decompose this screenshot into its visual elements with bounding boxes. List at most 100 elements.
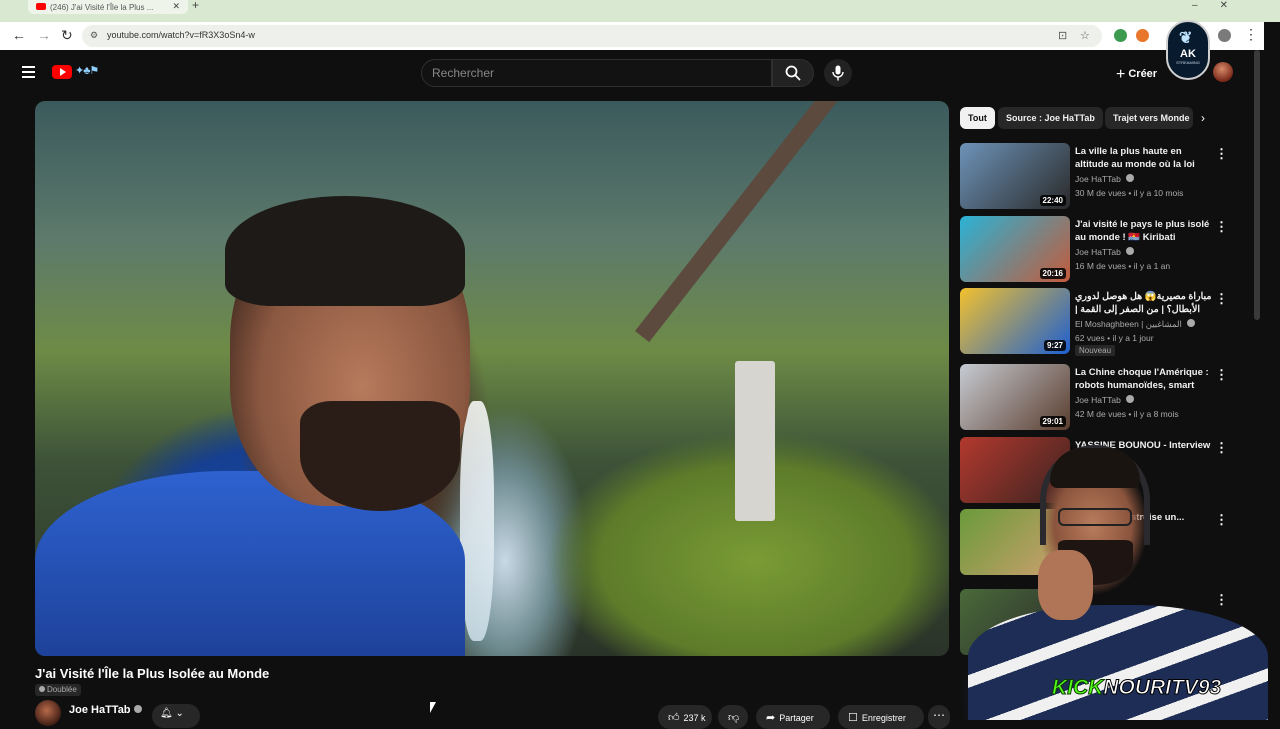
recommendation-item[interactable]: 9:27 مباراة مصيرية😱 هل هوصل لدوري الأبطال…: [960, 288, 1240, 356]
account-avatar[interactable]: [1213, 62, 1233, 82]
streamer-hair: [1050, 448, 1140, 488]
close-tab-icon[interactable]: ✕: [172, 1, 180, 12]
thumbs-up-icon: 👍︎: [668, 712, 680, 724]
ak-streaming-logo: ❦ AK STREAMING: [1166, 20, 1210, 80]
save-icon: ☐: [848, 712, 858, 724]
like-count: 237 k: [683, 713, 706, 723]
share-label: Partager: [779, 713, 814, 723]
menu-icon[interactable]: [22, 66, 35, 78]
verified-icon: [133, 705, 142, 713]
search-input[interactable]: [422, 60, 771, 86]
more-vert-icon[interactable]: ⋮: [1215, 219, 1228, 235]
forward-icon[interactable]: →: [37, 27, 51, 43]
chip-source[interactable]: Source : Joe HaTTab: [998, 107, 1103, 129]
video-thumbnail[interactable]: 9:27: [960, 288, 1070, 354]
save-label: Enregistrer: [861, 713, 906, 723]
channel-avatar[interactable]: [35, 700, 61, 726]
channel-text: Joe HaTTab: [1075, 247, 1121, 257]
more-vert-icon[interactable]: ⋮: [1215, 146, 1228, 162]
glasses: [1058, 508, 1132, 526]
youtube-doodle-icon[interactable]: ✦♣⚑: [75, 64, 99, 77]
more-vert-icon[interactable]: ⋮: [1215, 291, 1228, 307]
bell-icon: 🔔︎: [160, 708, 173, 719]
browser-menu-icon[interactable]: ⋮: [1244, 26, 1258, 43]
recommendation-title[interactable]: مباراة مصيرية😱 هل هوصل لدوري الأبطال؟ | …: [1075, 290, 1213, 316]
video-player[interactable]: [35, 101, 949, 656]
recommendation-title[interactable]: La Chine choque l'Amérique : robots huma…: [1075, 366, 1213, 392]
video-thumbnail[interactable]: 20:16: [960, 216, 1070, 282]
streamer-hand: [1038, 550, 1093, 620]
back-icon[interactable]: ←: [12, 27, 26, 43]
browser-tab[interactable]: (246) J'ai Visité l'Île la Plus ... ✕: [28, 0, 188, 14]
window-controls[interactable]: –✕: [1192, 0, 1250, 11]
reload-icon[interactable]: ↻: [61, 27, 73, 44]
youtube-favicon-icon: [36, 3, 46, 10]
plus-icon: +: [1116, 66, 1126, 83]
fence-rail: [635, 101, 853, 343]
person-beard: [300, 401, 460, 511]
profile-icon[interactable]: [1218, 29, 1231, 42]
create-button[interactable]: + Créer: [1110, 62, 1163, 84]
share-button[interactable]: ➦ Partager: [756, 705, 830, 729]
recommendation-meta: 62 vues • il y a 1 jour: [1075, 333, 1154, 343]
chevron-down-icon: ⌄: [175, 708, 184, 719]
search-icon: [785, 65, 801, 81]
omnibox[interactable]: ⚙ youtube.com/watch?v=fR3X3oSn4-w ⊡ ☆: [82, 25, 1102, 47]
bookmark-star-icon[interactable]: ☆: [1080, 29, 1090, 42]
mouse-cursor-icon: [430, 702, 436, 713]
recommendation-item[interactable]: 20:16 J'ai visité le pays le plus isolé a…: [960, 216, 1240, 282]
duration-badge: 22:40: [1039, 195, 1066, 206]
notifications-button[interactable]: 🔔︎ ⌄: [152, 704, 200, 728]
install-app-icon[interactable]: ⊡: [1058, 29, 1067, 42]
streamer-sweater: [968, 605, 1268, 720]
youtube-header: ✦♣⚑ +Créer: [0, 50, 1254, 96]
create-label: Créer: [1128, 68, 1158, 80]
recommendation-item[interactable]: 29:01 La Chine choque l'Amérique : robots…: [960, 364, 1240, 430]
duration-badge: 20:16: [1039, 268, 1066, 279]
chevron-right-icon[interactable]: ›: [1201, 111, 1205, 125]
recommendation-title[interactable]: J'ai visité le pays le plus isolé au mon…: [1075, 218, 1213, 244]
duration-badge: 29:01: [1039, 416, 1066, 427]
more-vert-icon[interactable]: ⋮: [1215, 367, 1228, 383]
kick-word: KICK: [1051, 676, 1104, 700]
share-icon: ➦: [766, 712, 776, 724]
recommendation-title[interactable]: La ville la plus haute en altitude au mo…: [1075, 145, 1213, 171]
new-badge: Nouveau: [1075, 345, 1116, 356]
channel-name-text: Joe HaTTab: [69, 704, 131, 716]
logo-text: AK: [1180, 48, 1196, 60]
verified-icon: [1126, 395, 1135, 403]
extension-icon[interactable]: [1114, 29, 1127, 42]
browser-tab-bar: (246) J'ai Visité l'Île la Plus ... ✕ + …: [0, 0, 1280, 22]
recommendation-channel[interactable]: El Moshaghbeen | المشاغبين: [1075, 319, 1196, 330]
video-title: J'ai Visité l'Île la Plus Isolée au Mond…: [35, 666, 270, 681]
chip-route[interactable]: Trajet vers Monde: [1105, 107, 1193, 129]
recommendation-meta: 42 M de vues • il y a 8 mois: [1075, 409, 1179, 419]
voice-search-button[interactable]: [824, 59, 852, 87]
dubbed-label: Doublée: [47, 685, 77, 694]
search-button[interactable]: [772, 59, 814, 87]
like-button[interactable]: 👍︎ 237 k: [658, 705, 712, 729]
save-button[interactable]: ☐ Enregistrer: [838, 705, 924, 729]
extension-icon[interactable]: [1136, 29, 1149, 42]
recommendation-item[interactable]: 22:40 La ville la plus haute en altitude …: [960, 143, 1240, 209]
person-hair: [225, 196, 465, 306]
chip-all[interactable]: Tout: [960, 107, 995, 129]
page-scrollbar[interactable]: [1254, 50, 1260, 320]
site-info-icon[interactable]: ⚙: [90, 30, 98, 41]
recommendation-channel[interactable]: Joe HaTTab: [1075, 247, 1135, 257]
recommendation-channel[interactable]: Joe HaTTab: [1075, 395, 1135, 405]
dislike-button[interactable]: 👎︎: [718, 705, 748, 729]
eagle-icon: ❦: [1179, 30, 1193, 47]
recommendation-meta: 16 M de vues • il y a 1 an: [1075, 261, 1171, 271]
dubbed-badge: Doublée: [35, 684, 81, 696]
new-tab-icon[interactable]: +: [192, 0, 199, 12]
youtube-logo[interactable]: [52, 65, 72, 79]
person-icon: [39, 686, 45, 692]
recommendation-channel[interactable]: Joe HaTTab: [1075, 174, 1135, 184]
video-thumbnail[interactable]: 22:40: [960, 143, 1070, 209]
video-thumbnail[interactable]: 29:01: [960, 364, 1070, 430]
logo-subtext: STREAMING: [1176, 60, 1200, 65]
channel-name[interactable]: Joe HaTTab: [69, 704, 142, 716]
url-text[interactable]: youtube.com/watch?v=fR3X3oSn4-w: [107, 30, 255, 40]
more-actions-button[interactable]: ⋯: [928, 705, 950, 729]
